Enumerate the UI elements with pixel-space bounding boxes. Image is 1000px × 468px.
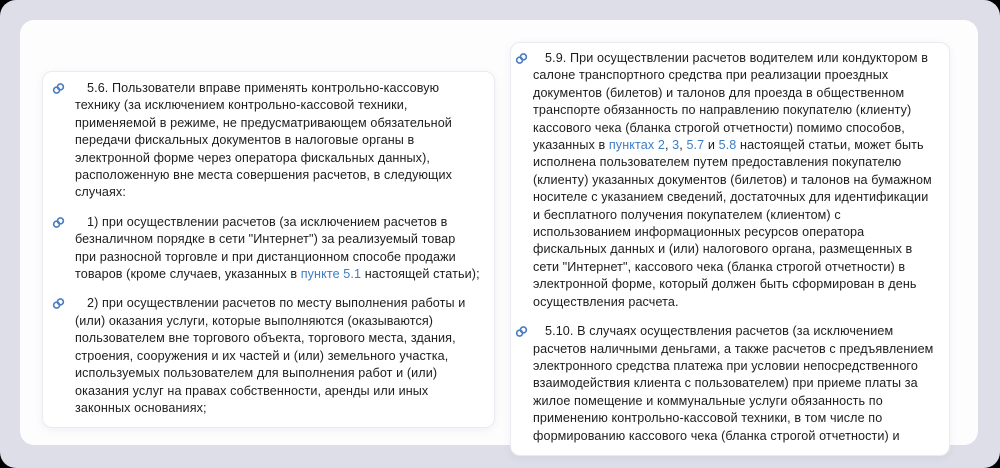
document-column-left: 5.6. Пользователи вправе применять контр… bbox=[42, 71, 495, 429]
inline-link[interactable]: пунктах 2 bbox=[609, 138, 665, 152]
paragraph: 5.9. При осуществлении расчетов водителе… bbox=[515, 50, 935, 311]
document-panel: 5.6. Пользователи вправе применять контр… bbox=[20, 20, 978, 456]
chain-link-icon[interactable] bbox=[52, 216, 65, 229]
inline-link[interactable]: 5.8 bbox=[719, 138, 737, 152]
paragraph-text: 5.10. В случаях осуществления расчетов (… bbox=[533, 324, 934, 443]
paragraph-text: 5.9. При осуществлении расчетов водителе… bbox=[533, 51, 932, 309]
app-background: 5.6. Пользователи вправе применять контр… bbox=[0, 0, 1000, 468]
paragraph-text: 5.6. Пользователи вправе применять контр… bbox=[75, 81, 453, 200]
chain-link-icon[interactable] bbox=[52, 82, 65, 95]
paragraph: 1) при осуществлении расчетов (за исключ… bbox=[52, 214, 480, 284]
inline-link[interactable]: 5.7 bbox=[686, 138, 704, 152]
paragraph: 2) при осуществлении расчетов по месту в… bbox=[52, 295, 480, 417]
inline-link[interactable]: пункте 5.1 bbox=[301, 267, 361, 281]
paragraph-text: 2) при осуществлении расчетов по месту в… bbox=[75, 296, 466, 415]
card-right-content: 5.9. При осуществлении расчетов водителе… bbox=[515, 50, 935, 445]
chain-link-icon[interactable] bbox=[515, 325, 528, 338]
paragraph-text: 1) при осуществлении расчетов (за исключ… bbox=[75, 214, 480, 282]
paragraph: 5.10. В случаях осуществления расчетов (… bbox=[515, 323, 935, 445]
chain-link-icon[interactable] bbox=[515, 52, 528, 65]
paragraph: 5.6. Пользователи вправе применять контр… bbox=[52, 80, 480, 202]
document-column-right: 5.9. При осуществлении расчетов водителе… bbox=[510, 42, 950, 456]
chain-link-icon[interactable] bbox=[52, 297, 65, 310]
inline-link[interactable]: 3 bbox=[672, 138, 679, 152]
card-left-content: 5.6. Пользователи вправе применять контр… bbox=[52, 80, 480, 417]
